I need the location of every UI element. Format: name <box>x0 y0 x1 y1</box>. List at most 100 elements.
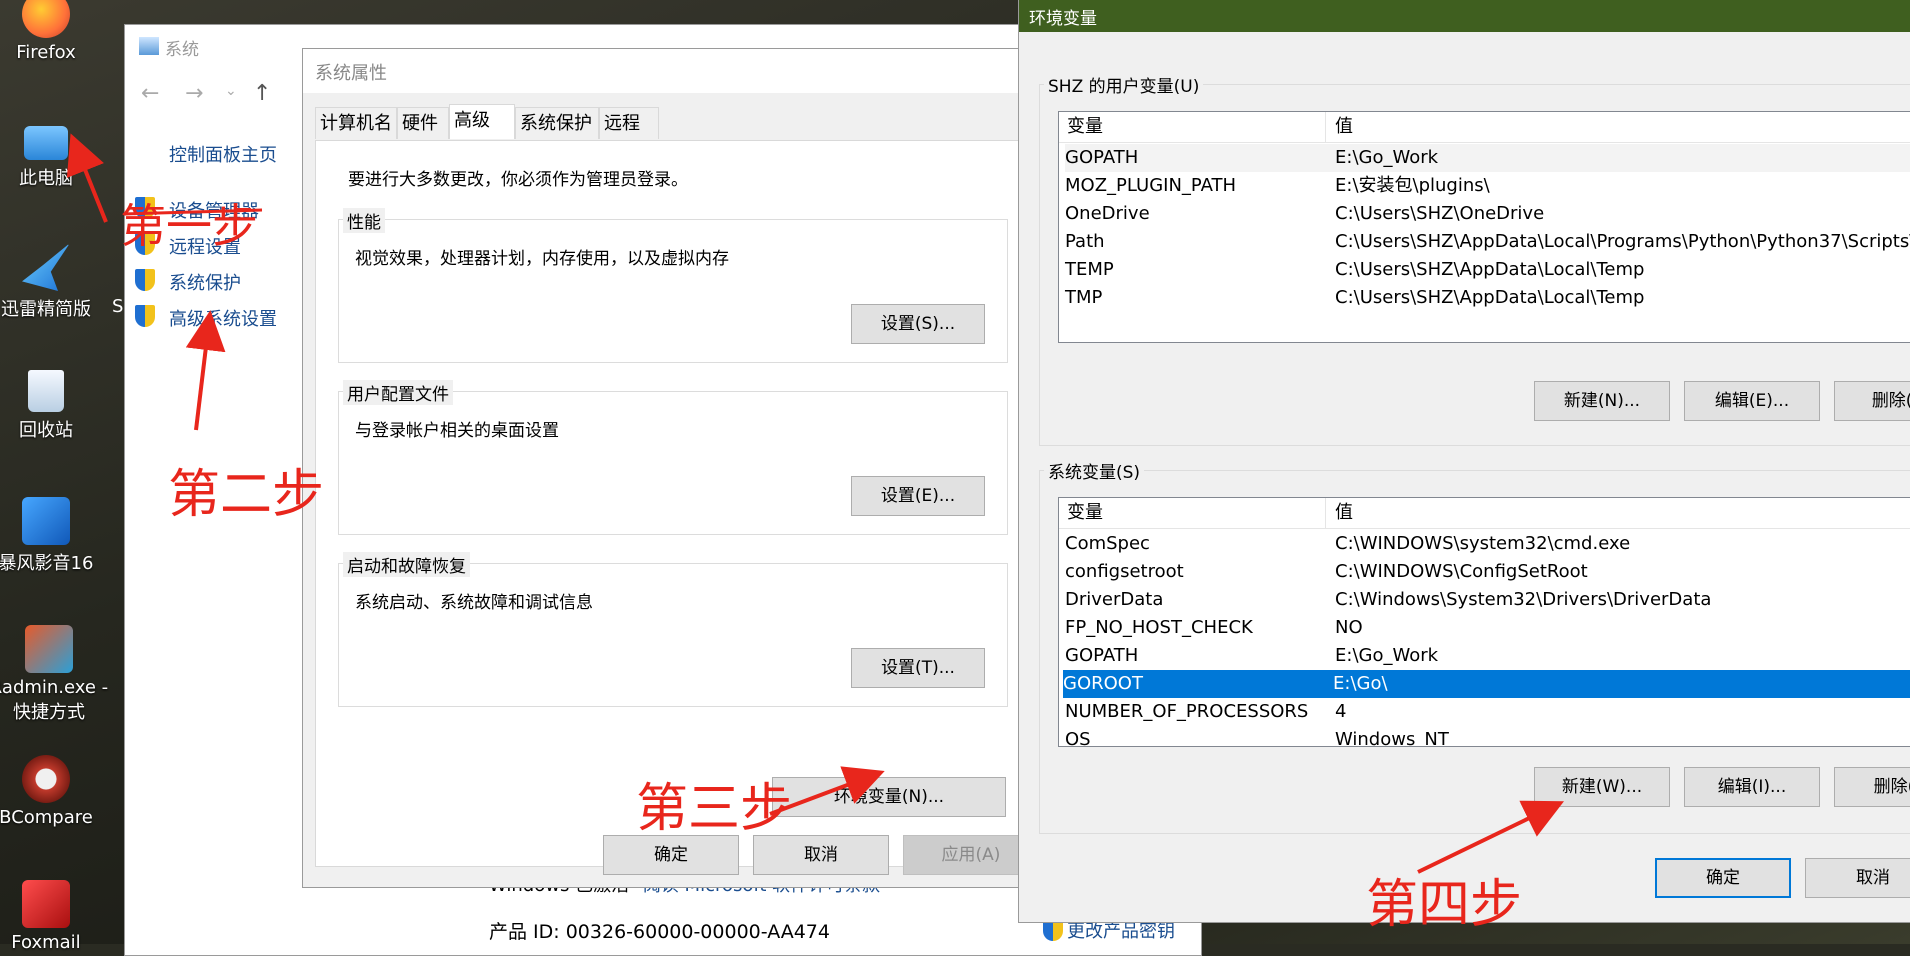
table-row[interactable]: TMP C:\Users\SHZ\AppData\Local\Temp <box>1065 284 1910 312</box>
desktop-icon-recycle-bin[interactable]: 回收站 <box>0 370 106 442</box>
table-row[interactable]: NUMBER_OF_PROCESSORS 4 <box>1065 698 1910 726</box>
tab-computer-name[interactable]: 计算机名 <box>315 107 397 139</box>
variable-value: E:\安装包\plugins\ <box>1335 175 1490 196</box>
annotation-step-2: 第二步 <box>168 465 325 525</box>
table-row[interactable]: OS Windows_NT <box>1065 726 1910 747</box>
variable-value: C:\Windows\System32\Drivers\DriverData <box>1335 589 1712 610</box>
table-row[interactable]: OneDrive C:\Users\SHZ\OneDrive <box>1065 200 1910 228</box>
variable-name: MOZ_PLUGIN_PATH <box>1065 175 1237 196</box>
variable-value: 4 <box>1335 701 1347 722</box>
system-properties-dialog: 系统属性 计算机名 硬件 高级 系统保护 远程 要进行大多数更改，你必须作为管理… <box>302 48 1039 888</box>
variable-name: GOROOT <box>1063 673 1143 694</box>
variable-name: DriverData <box>1065 589 1164 610</box>
env-ok-button[interactable]: 确定 <box>1655 858 1791 898</box>
env-title: 环境变量 <box>1029 9 1097 29</box>
annotation-step-3: 第三步 <box>636 779 793 839</box>
desktop-icon-radmin[interactable]: Radmin.exe - 快捷方式 <box>0 625 112 724</box>
ok-button[interactable]: 确定 <box>603 835 739 875</box>
product-id: 产品 ID: 00326-60000-00000-AA474 <box>489 921 830 943</box>
desktop-icon-label: 暴风影音16 <box>0 553 94 574</box>
forward-arrow-icon[interactable]: → <box>185 81 203 106</box>
performance-group: 性能 视觉效果，处理器计划，内存使用，以及虚拟内存 设置(S)... <box>338 208 1008 363</box>
table-row[interactable]: MOZ_PLUGIN_PATH E:\安装包\plugins\ <box>1065 172 1910 200</box>
env-cancel-button[interactable]: 取消 <box>1805 858 1910 898</box>
shield-icon <box>135 269 155 291</box>
tab-panel: 要进行大多数更改，你必须作为管理员登录。 性能 视觉效果，处理器计划，内存使用，… <box>315 140 1029 867</box>
tab-remote[interactable]: 远程 <box>599 107 659 139</box>
variable-name: TEMP <box>1065 259 1114 280</box>
user-delete-button[interactable]: 删除(D) <box>1834 381 1910 421</box>
system-variables-list[interactable]: 变量 值 ComSpec C:\WINDOWS\system32\cmd.exe … <box>1058 497 1910 747</box>
variable-value: C:\WINDOWS\system32\cmd.exe <box>1335 533 1631 554</box>
variable-name: TMP <box>1065 287 1103 308</box>
startup-recovery-settings-button[interactable]: 设置(T)... <box>851 648 985 688</box>
cancel-button[interactable]: 取消 <box>753 835 889 875</box>
column-header-value[interactable]: 值 <box>1335 498 1353 528</box>
user-variables-list[interactable]: 变量 值 GOPATH E:\Go_Work MOZ_PLUGIN_PATH E:\… <box>1058 111 1910 343</box>
user-profiles-settings-button[interactable]: 设置(E)... <box>851 476 985 516</box>
desktop-icon-label: 迅雷精简版 <box>1 299 91 320</box>
group-title: SHZ 的用户变量(U) <box>1044 72 1204 97</box>
column-header-variable[interactable]: 变量 <box>1067 498 1103 528</box>
column-divider <box>1325 112 1326 142</box>
variable-value: C:\Users\SHZ\AppData\Local\Programs\Pyth… <box>1335 231 1910 252</box>
system-variables-group: 系统变量(S) 变量 值 ComSpec C:\WINDOWS\system32\… <box>1039 458 1910 834</box>
tab-system-protection[interactable]: 系统保护 <box>515 107 599 139</box>
variable-name: Path <box>1065 231 1105 252</box>
variable-value: Windows_NT <box>1335 729 1449 747</box>
table-row[interactable]: GOPATH E:\Go_Work <box>1065 144 1910 172</box>
variable-value: C:\WINDOWS\ConfigSetRoot <box>1335 561 1588 582</box>
performance-settings-button[interactable]: 设置(S)... <box>851 304 985 344</box>
desktop-icon-bcompare[interactable]: BCompare <box>0 755 106 828</box>
baofeng-icon <box>22 497 70 545</box>
variable-value: NO <box>1335 617 1363 638</box>
bcompare-icon <box>22 755 70 803</box>
firefox-icon <box>22 0 70 38</box>
desktop-icon-label: BCompare <box>0 807 93 828</box>
tab-advanced[interactable]: 高级 <box>449 104 515 139</box>
computer-icon <box>24 126 68 160</box>
shield-icon <box>135 305 155 327</box>
variable-name: OS <box>1065 729 1091 747</box>
advanced-system-settings-link[interactable]: 高级系统设置 <box>169 305 277 331</box>
system-delete-button[interactable]: 删除(L) <box>1834 767 1910 807</box>
column-divider <box>1325 498 1326 528</box>
variable-name: ComSpec <box>1065 533 1150 554</box>
partial-desktop-icon-letter: S <box>112 296 124 317</box>
table-row[interactable]: FP_NO_HOST_CHECK NO <box>1065 614 1910 642</box>
column-header-variable[interactable]: 变量 <box>1067 112 1103 142</box>
environment-variables-button[interactable]: 环境变量(N)... <box>772 777 1006 817</box>
tab-hardware[interactable]: 硬件 <box>397 107 449 139</box>
up-arrow-icon[interactable]: ↑ <box>253 81 271 106</box>
table-row[interactable]: Path C:\Users\SHZ\AppData\Local\Programs\… <box>1065 228 1910 256</box>
desktop-icon-this-pc[interactable]: 此电脑 <box>0 118 106 190</box>
system-new-button[interactable]: 新建(W)... <box>1534 767 1670 807</box>
system-protection-link[interactable]: 系统保护 <box>169 269 241 295</box>
group-description: 与登录帐户相关的桌面设置 <box>355 421 559 441</box>
table-row-selected[interactable]: GOROOT E:\Go\ <box>1063 670 1910 698</box>
table-row[interactable]: TEMP C:\Users\SHZ\AppData\Local\Temp <box>1065 256 1910 284</box>
table-row[interactable]: configsetroot C:\WINDOWS\ConfigSetRoot <box>1065 558 1910 586</box>
chevron-down-icon[interactable]: ⌄ <box>225 83 237 99</box>
user-new-button[interactable]: 新建(N)... <box>1534 381 1670 421</box>
group-title: 用户配置文件 <box>343 380 453 405</box>
system-edit-button[interactable]: 编辑(I)... <box>1684 767 1820 807</box>
table-row[interactable]: ComSpec C:\WINDOWS\system32\cmd.exe <box>1065 530 1910 558</box>
user-edit-button[interactable]: 编辑(E)... <box>1684 381 1820 421</box>
variable-value: C:\Users\SHZ\AppData\Local\Temp <box>1335 259 1645 280</box>
column-header-value[interactable]: 值 <box>1335 112 1353 142</box>
desktop-icon-xunlei[interactable]: 迅雷精简版 <box>0 243 106 321</box>
group-title: 性能 <box>343 208 385 233</box>
desktop-icon-label: 回收站 <box>19 420 73 441</box>
back-arrow-icon[interactable]: ← <box>141 81 159 106</box>
table-row[interactable]: GOPATH E:\Go_Work <box>1065 642 1910 670</box>
desktop-icon-baofeng[interactable]: 暴风影音16 <box>0 497 106 575</box>
table-row[interactable]: DriverData C:\Windows\System32\Drivers\Dr… <box>1065 586 1910 614</box>
desktop-icon-firefox[interactable]: Firefox <box>0 0 106 63</box>
list-header: 变量 值 <box>1059 112 1910 143</box>
variable-name: configsetroot <box>1065 561 1184 582</box>
variable-value: E:\Go_Work <box>1335 147 1439 168</box>
control-panel-home-link[interactable]: 控制面板主页 <box>169 141 277 167</box>
desktop-icon-label: Firefox <box>16 42 76 63</box>
desktop-icon-foxmail[interactable]: Foxmail <box>0 880 106 953</box>
